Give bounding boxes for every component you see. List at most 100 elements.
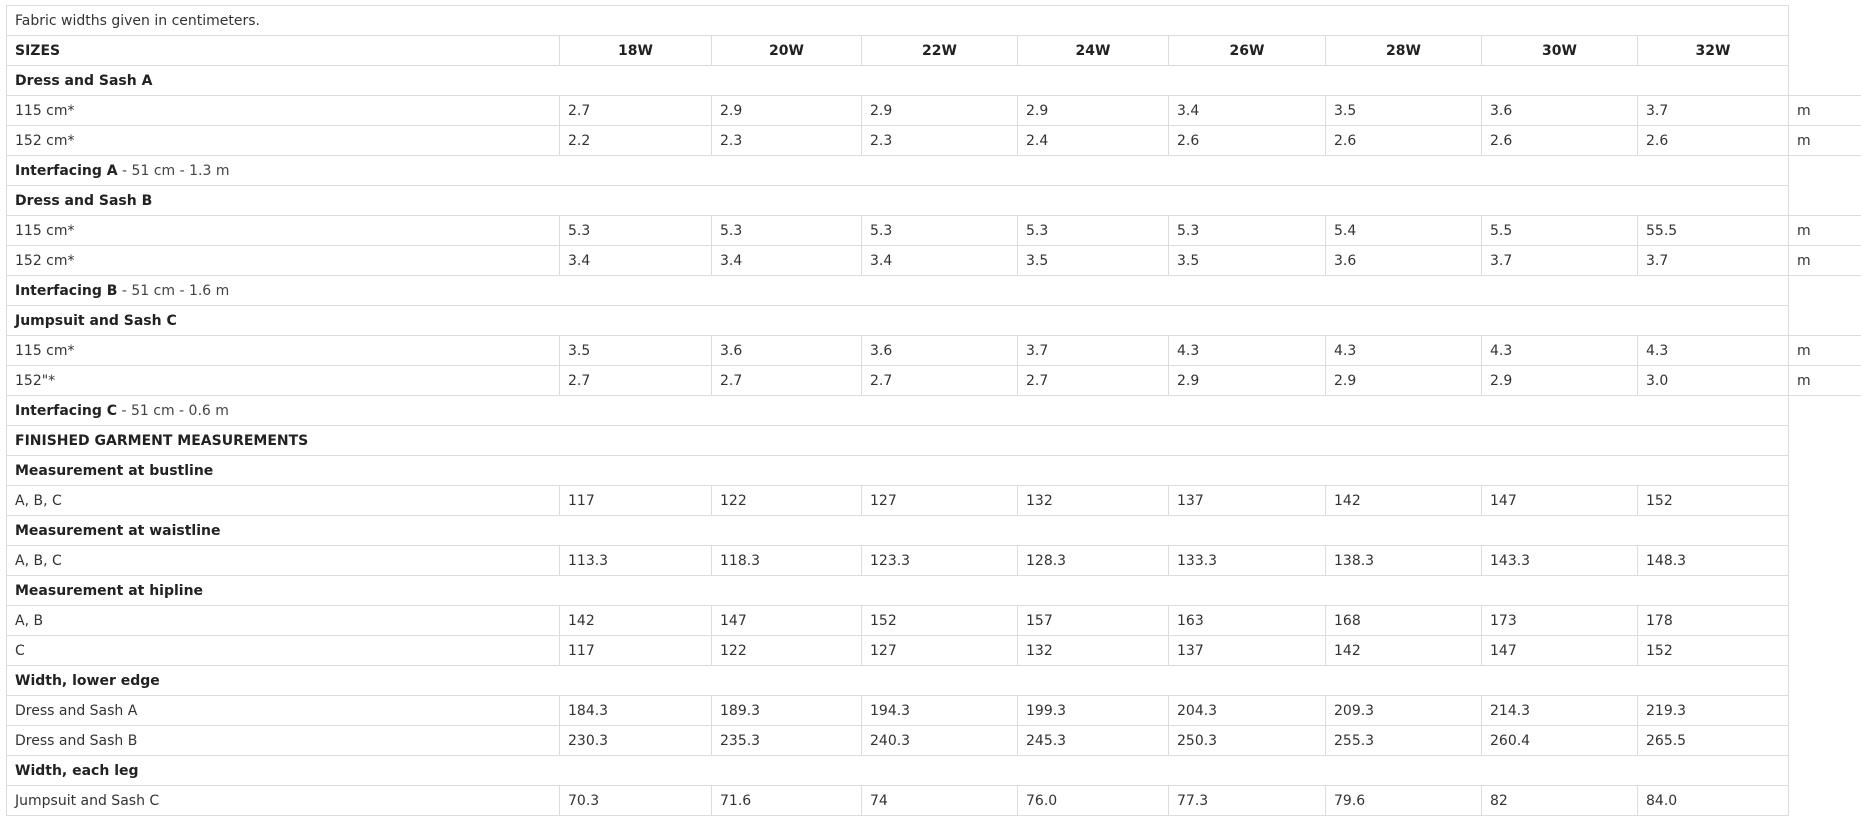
value-cell: 147	[1481, 485, 1638, 516]
section-title: Dress and Sash B	[5, 185, 1790, 216]
section-title: Jumpsuit and Sash C	[5, 305, 1790, 336]
empty-cell	[1788, 455, 1861, 486]
note-row: Fabric widths given in centimeters.	[5, 5, 1861, 36]
row-label: 152 cm*	[6, 125, 560, 156]
value-cell: 2.6	[1481, 125, 1638, 156]
value-cell: 3.7	[1481, 245, 1638, 276]
empty-cell	[1788, 65, 1861, 96]
value-cell: 5.5	[1481, 215, 1638, 246]
value-cell: 113.3	[559, 545, 712, 576]
size-header-18w: 18W	[559, 35, 712, 66]
section-header-row: FINISHED GARMENT MEASUREMENTS	[5, 425, 1861, 456]
interfacing-detail: - 51 cm - 0.6 m	[117, 402, 229, 419]
value-cell: 2.4	[1017, 125, 1169, 156]
value-cell: 117	[559, 485, 712, 516]
empty-cell	[1788, 485, 1861, 516]
value-cell: 2.7	[711, 365, 862, 396]
value-cell: 3.7	[1017, 335, 1169, 366]
interfacing-label: Interfacing C	[15, 402, 118, 419]
value-cell: 3.4	[1168, 95, 1326, 126]
section-header-row: Width, lower edge	[5, 665, 1861, 696]
empty-cell	[1788, 755, 1861, 786]
table-row: 152 cm* 3.4 3.4 3.4 3.5 3.5 3.6 3.7 3.7 m	[6, 245, 1861, 276]
value-cell: 265.5	[1636, 725, 1790, 756]
empty-cell	[1788, 5, 1861, 36]
value-cell: 70.3	[559, 785, 712, 816]
value-cell: 143.3	[1481, 545, 1638, 576]
value-cell: 250.3	[1168, 725, 1326, 756]
value-cell: 2.3	[711, 125, 862, 156]
value-cell: 127	[861, 485, 1018, 516]
empty-cell	[1788, 785, 1861, 816]
value-cell: 199.3	[1017, 695, 1169, 726]
value-cell: 209.3	[1325, 695, 1482, 726]
value-cell: 132	[1017, 485, 1169, 516]
value-cell: 214.3	[1481, 695, 1638, 726]
table-body: Fabric widths given in centimeters. SIZE…	[5, 5, 1861, 816]
value-cell: 4.3	[1481, 335, 1638, 366]
value-cell: 3.6	[1325, 245, 1482, 276]
value-cell: 142	[559, 605, 712, 636]
value-cell: 2.6	[1168, 125, 1326, 156]
value-cell: 138.3	[1325, 545, 1482, 576]
interfacing-note: Interfacing C - 51 cm - 0.6 m	[5, 395, 1790, 426]
value-cell: 255.3	[1325, 725, 1482, 756]
empty-cell	[1788, 575, 1861, 606]
value-cell: 5.3	[861, 215, 1018, 246]
value-cell: 122	[711, 485, 862, 516]
size-header-30w: 30W	[1481, 35, 1638, 66]
value-cell: 173	[1481, 605, 1638, 636]
value-cell: 137	[1168, 635, 1326, 666]
value-cell: 148.3	[1636, 545, 1790, 576]
value-cell: 55.5	[1636, 215, 1790, 246]
unit-cell: m	[1788, 245, 1861, 276]
row-label: 115 cm*	[6, 335, 560, 366]
value-cell: 76.0	[1017, 785, 1169, 816]
value-cell: 157	[1017, 605, 1169, 636]
interfacing-note: Interfacing A - 51 cm - 1.3 m	[5, 155, 1790, 186]
value-cell: 3.5	[1325, 95, 1482, 126]
value-cell: 3.4	[559, 245, 712, 276]
table-row: 115 cm* 5.3 5.3 5.3 5.3 5.3 5.4 5.5 55.5 m	[6, 215, 1861, 246]
value-cell: 152	[861, 605, 1018, 636]
sizes-label: SIZES	[6, 35, 560, 66]
value-cell: 2.7	[1017, 365, 1169, 396]
section-title: FINISHED GARMENT MEASUREMENTS	[5, 425, 1790, 456]
value-cell: 2.9	[861, 95, 1018, 126]
row-label: 115 cm*	[6, 215, 560, 246]
value-cell: 4.3	[1636, 335, 1790, 366]
value-cell: 194.3	[861, 695, 1018, 726]
value-cell: 163	[1168, 605, 1326, 636]
value-cell: 2.7	[559, 95, 712, 126]
row-label: 115 cm*	[6, 95, 560, 126]
value-cell: 118.3	[711, 545, 862, 576]
value-cell: 3.4	[711, 245, 862, 276]
empty-cell	[1788, 545, 1861, 576]
value-cell: 79.6	[1325, 785, 1482, 816]
interfacing-row: Interfacing C - 51 cm - 0.6 m	[5, 395, 1861, 426]
size-header-20w: 20W	[711, 35, 862, 66]
table-row: 152 cm* 2.2 2.3 2.3 2.4 2.6 2.6 2.6 2.6 m	[6, 125, 1861, 156]
value-cell: 137	[1168, 485, 1326, 516]
empty-cell	[1788, 395, 1861, 426]
unit-cell: m	[1788, 125, 1861, 156]
value-cell: 5.3	[1168, 215, 1326, 246]
empty-cell	[1788, 425, 1861, 456]
section-header-row: Dress and Sash B	[5, 185, 1861, 216]
section-title: Measurement at hipline	[5, 575, 1790, 606]
value-cell: 133.3	[1168, 545, 1326, 576]
empty-cell	[1788, 605, 1861, 636]
row-label: Dress and Sash B	[6, 725, 560, 756]
value-cell: 71.6	[711, 785, 862, 816]
value-cell: 152	[1636, 635, 1790, 666]
empty-cell	[1788, 635, 1861, 666]
value-cell: 230.3	[559, 725, 712, 756]
value-cell: 260.4	[1481, 725, 1638, 756]
size-header-22w: 22W	[861, 35, 1018, 66]
value-cell: 5.4	[1325, 215, 1482, 246]
size-header-28w: 28W	[1325, 35, 1482, 66]
unit-cell: m	[1788, 365, 1861, 396]
value-cell: 4.3	[1168, 335, 1326, 366]
value-cell: 4.3	[1325, 335, 1482, 366]
interfacing-note: Interfacing B - 51 cm - 1.6 m	[5, 275, 1790, 306]
